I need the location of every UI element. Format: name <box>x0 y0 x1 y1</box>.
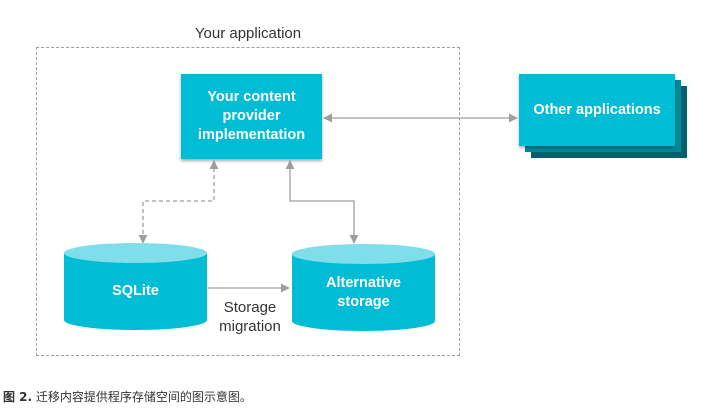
figure-number: 图 2. <box>3 390 33 404</box>
content-provider-node: Your content provider implementation <box>181 74 322 159</box>
figure-caption-text: 迁移内容提供程序存储空间的图示意图。 <box>35 390 252 404</box>
provider-sqlite-arrow <box>138 160 219 244</box>
other-applications-label: Other applications <box>533 102 661 118</box>
other-applications-node: Other applications <box>519 74 675 146</box>
storage-migration-label: Storage migration <box>219 299 281 335</box>
alt-storage-label: Alternative storage <box>326 275 401 310</box>
provider-alt-storage-arrow <box>285 160 359 244</box>
figure-caption: 图 2. 迁移内容提供程序存储空间的图示意图。 <box>3 390 252 405</box>
sqlite-label: SQLite <box>112 283 159 299</box>
content-provider-label: Your content provider implementation <box>197 89 306 143</box>
diagram-connectors <box>64 113 518 332</box>
